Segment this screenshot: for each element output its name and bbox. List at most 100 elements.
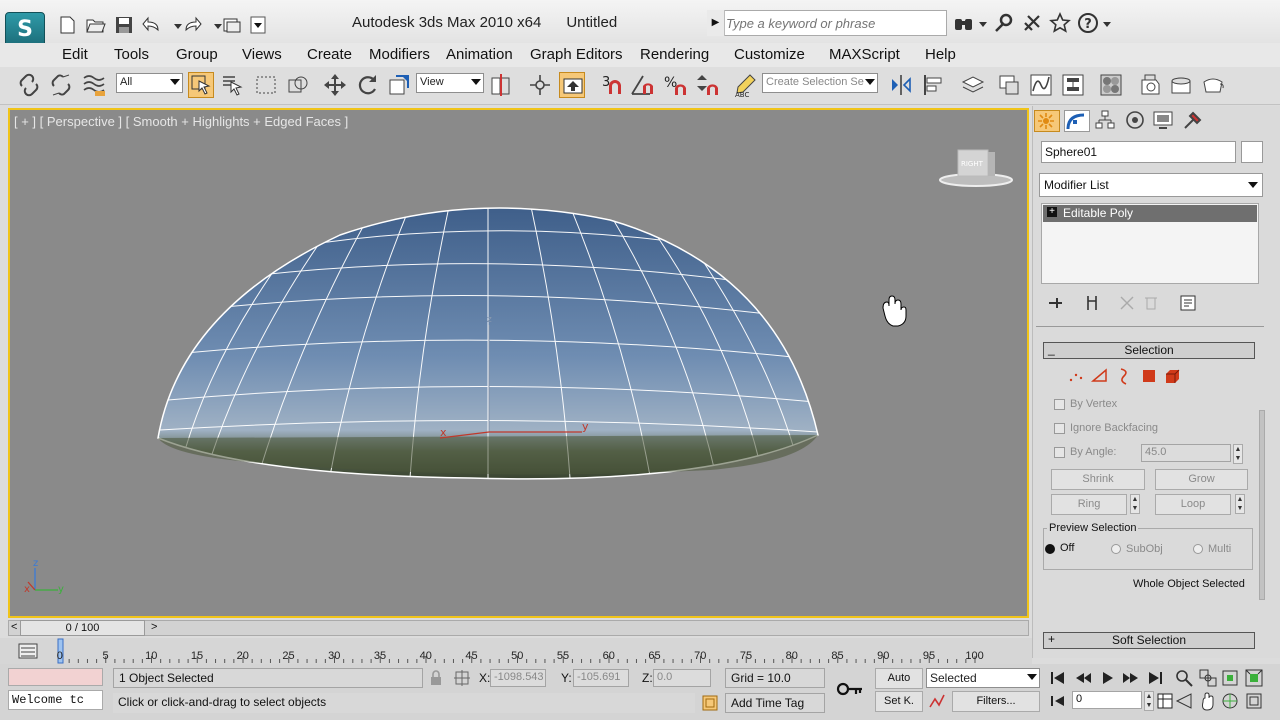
menu-maxscript[interactable]: MAXScript bbox=[829, 46, 900, 63]
loop-button[interactable]: Loop bbox=[1155, 494, 1231, 515]
modify-tab-icon[interactable] bbox=[1064, 110, 1090, 132]
ignore-backfacing-checkbox[interactable] bbox=[1054, 423, 1065, 434]
current-frame-field[interactable]: 0 bbox=[1072, 691, 1142, 709]
snaps-toggle-icon[interactable]: 3 bbox=[597, 72, 623, 98]
modifier-list-arrow-icon[interactable] bbox=[1248, 182, 1258, 188]
rollout-expand-icon[interactable]: + bbox=[1048, 632, 1055, 646]
menu-tools[interactable]: Tools bbox=[114, 46, 149, 63]
menu-modifiers[interactable]: Modifiers bbox=[369, 46, 430, 63]
keyword-search-input[interactable] bbox=[726, 13, 942, 33]
render-production-icon[interactable] bbox=[1200, 72, 1226, 98]
go-to-start-icon[interactable] bbox=[1048, 668, 1068, 688]
favorites-star-icon[interactable] bbox=[1048, 11, 1072, 35]
previous-frame-icon[interactable] bbox=[1073, 668, 1093, 688]
time-slider-prev-icon[interactable]: < bbox=[11, 621, 17, 633]
x-coord-field[interactable]: -1098.543 bbox=[490, 669, 546, 687]
by-angle-checkbox[interactable] bbox=[1054, 447, 1065, 458]
search-dropdown-icon[interactable] bbox=[978, 11, 988, 35]
help-dropdown-icon[interactable] bbox=[1102, 11, 1112, 35]
undo-dropdown-icon[interactable] bbox=[167, 14, 182, 36]
zoom-all-icon[interactable] bbox=[1198, 668, 1218, 688]
viewcube[interactable]: RIGHT bbox=[939, 149, 1013, 187]
pin-stack-icon[interactable] bbox=[1046, 294, 1064, 312]
menu-create[interactable]: Create bbox=[307, 46, 352, 63]
select-object-icon[interactable] bbox=[188, 72, 214, 98]
menu-customize[interactable]: Customize bbox=[734, 46, 805, 63]
grow-button[interactable]: Grow bbox=[1155, 469, 1248, 490]
time-slider-next-icon[interactable]: > bbox=[151, 621, 157, 633]
display-tab-icon[interactable] bbox=[1152, 110, 1178, 132]
rendered-frame-window-icon[interactable] bbox=[1168, 72, 1194, 98]
align-icon[interactable] bbox=[921, 72, 947, 98]
field-of-view-icon[interactable] bbox=[1174, 691, 1194, 711]
select-and-manipulate-icon[interactable] bbox=[527, 72, 553, 98]
stack-expand-plus-icon[interactable]: + bbox=[1047, 207, 1057, 217]
menu-help[interactable]: Help bbox=[925, 46, 956, 63]
object-color-swatch[interactable] bbox=[1241, 141, 1263, 163]
border-mode-icon[interactable] bbox=[1114, 366, 1134, 386]
object-name-field[interactable]: Sphere01 bbox=[1041, 141, 1236, 163]
selection-filter-dropdown[interactable]: All bbox=[116, 73, 183, 93]
communication-center-icon[interactable] bbox=[1020, 11, 1044, 35]
ring-spinner-icon[interactable]: ▲ ▼ bbox=[1130, 494, 1140, 514]
use-pivot-center-icon[interactable] bbox=[488, 72, 514, 98]
reference-coordinate-dropdown[interactable]: View bbox=[416, 73, 484, 93]
next-frame-icon[interactable] bbox=[1121, 668, 1141, 688]
select-and-rotate-icon[interactable] bbox=[354, 72, 380, 98]
percent-snap-toggle-icon[interactable]: % bbox=[662, 72, 688, 98]
y-coord-field[interactable]: -105.691 bbox=[573, 669, 629, 687]
key-filter-mode-dropdown[interactable]: Selected bbox=[926, 668, 1040, 688]
named-selection-sets-dropdown[interactable]: Create Selection Se bbox=[762, 73, 878, 93]
rectangular-selection-region-icon[interactable] bbox=[253, 72, 279, 98]
auto-key-button[interactable]: Auto bbox=[875, 668, 923, 689]
by-angle-value-field[interactable]: 45.0 bbox=[1141, 444, 1231, 462]
make-unique-icon[interactable] bbox=[1118, 294, 1136, 312]
maxscript-mini-listener[interactable]: Welcome tc bbox=[8, 690, 103, 710]
set-key-icon[interactable] bbox=[836, 680, 864, 698]
play-animation-icon[interactable] bbox=[1097, 668, 1117, 688]
remove-modifier-icon[interactable] bbox=[1142, 294, 1160, 312]
time-slider-track[interactable] bbox=[8, 620, 1029, 636]
quick-access-dropdown-icon[interactable] bbox=[247, 14, 266, 36]
motion-tab-icon[interactable] bbox=[1124, 110, 1150, 132]
menu-edit[interactable]: Edit bbox=[62, 46, 88, 63]
undo-icon[interactable] bbox=[141, 14, 163, 36]
unlink-selection-icon[interactable] bbox=[48, 72, 74, 98]
render-setup-icon[interactable] bbox=[1137, 72, 1163, 98]
graphite-modeling-tools-icon[interactable] bbox=[996, 72, 1022, 98]
menu-graph-editors[interactable]: Graph Editors bbox=[530, 46, 623, 63]
by-vertex-checkbox[interactable] bbox=[1054, 399, 1065, 410]
zoom-icon[interactable] bbox=[1174, 668, 1194, 688]
command-panel-scrollbar[interactable] bbox=[1259, 410, 1265, 600]
select-and-move-icon[interactable] bbox=[322, 72, 348, 98]
configure-modifier-sets-icon[interactable] bbox=[1179, 294, 1197, 312]
preview-subobj-radio[interactable] bbox=[1111, 544, 1121, 554]
utilities-tab-icon[interactable] bbox=[1181, 110, 1207, 132]
layer-manager-icon[interactable] bbox=[960, 72, 986, 98]
key-mode-toggle-icon[interactable] bbox=[1048, 691, 1068, 711]
spinner-snap-toggle-icon[interactable] bbox=[694, 72, 720, 98]
key-filters-button[interactable]: Filters... bbox=[952, 691, 1040, 712]
menu-rendering[interactable]: Rendering bbox=[640, 46, 709, 63]
angle-snap-toggle-icon[interactable] bbox=[629, 72, 655, 98]
vertex-mode-icon[interactable] bbox=[1066, 366, 1086, 386]
binoculars-search-icon[interactable] bbox=[952, 11, 976, 35]
schematic-view-icon[interactable] bbox=[1060, 72, 1086, 98]
current-frame-spinner-icon[interactable]: ▲ ▼ bbox=[1144, 691, 1154, 711]
set-key-button[interactable]: Set K. bbox=[875, 691, 923, 712]
bind-to-space-warp-icon[interactable] bbox=[81, 72, 107, 98]
selection-lock-icon[interactable] bbox=[429, 670, 443, 686]
soft-selection-rollout-header[interactable]: Soft Selection bbox=[1043, 632, 1255, 649]
save-file-icon[interactable] bbox=[113, 14, 135, 36]
absolute-mode-transform-icon[interactable] bbox=[453, 669, 471, 687]
add-time-tag-field[interactable]: Add Time Tag bbox=[725, 693, 825, 713]
time-slider-thumb[interactable]: 0 / 100 bbox=[20, 620, 145, 636]
redo-icon[interactable] bbox=[181, 14, 203, 36]
ring-button[interactable]: Ring bbox=[1051, 494, 1127, 515]
select-by-name-icon[interactable] bbox=[220, 72, 246, 98]
select-and-scale-icon[interactable] bbox=[386, 72, 412, 98]
zoom-extents-icon[interactable] bbox=[1220, 668, 1240, 688]
window-crossing-icon[interactable] bbox=[285, 72, 311, 98]
open-mini-curve-editor-icon[interactable] bbox=[17, 642, 39, 660]
create-tab-icon[interactable] bbox=[1034, 110, 1060, 132]
